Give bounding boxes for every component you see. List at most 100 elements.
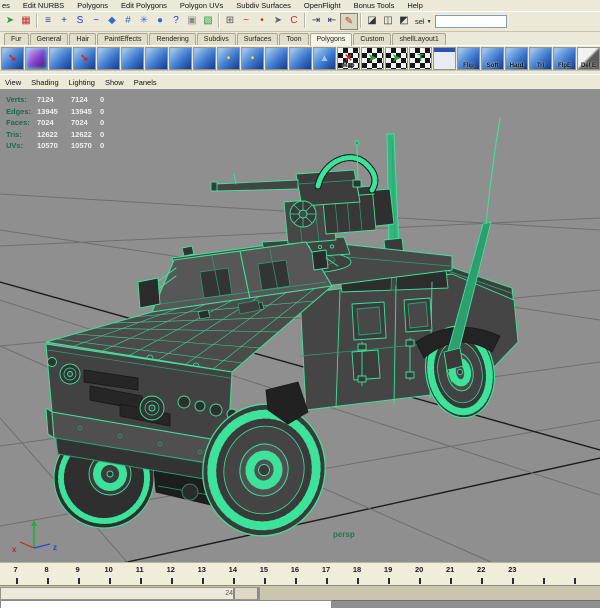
shelf-tab[interactable]: Toon bbox=[279, 33, 309, 45]
shelf-button[interactable]: Soft bbox=[481, 46, 504, 70]
time-slider-frame[interactable]: 19 bbox=[373, 563, 404, 585]
shelf-button[interactable]: ➘ bbox=[1, 46, 24, 70]
shelf-button[interactable]: • bbox=[217, 46, 240, 70]
perspective-viewport[interactable]: Verts: 7124 7124 0 Edges: 13945 13945 0 … bbox=[0, 90, 600, 562]
range-slider[interactable]: 24 bbox=[0, 585, 600, 600]
status-icon[interactable]: ⇤ bbox=[324, 13, 340, 28]
status-icon[interactable]: ◆ bbox=[104, 13, 120, 28]
shelf-button[interactable] bbox=[25, 46, 48, 70]
shelf-tab[interactable]: Polygons bbox=[309, 33, 353, 46]
shelf-tab[interactable]: Hair bbox=[69, 33, 97, 45]
time-slider-frame[interactable] bbox=[559, 563, 590, 585]
time-slider-frame[interactable]: 10 bbox=[93, 563, 124, 585]
shelf-tab[interactable]: Subdivs bbox=[196, 33, 236, 45]
shelf-tab[interactable]: PaintEffects bbox=[97, 33, 149, 45]
status-icon[interactable]: # bbox=[120, 13, 136, 28]
shelf-button[interactable]: Tri bbox=[529, 46, 552, 70]
shelf-button[interactable]: Flip bbox=[457, 46, 480, 70]
status-icon[interactable]: ? bbox=[168, 13, 184, 28]
time-slider-frame[interactable]: 16 bbox=[279, 563, 310, 585]
selection-mask-dropdown[interactable]: sel ▼ bbox=[415, 17, 432, 26]
status-icon[interactable]: + bbox=[56, 13, 72, 28]
status-icon[interactable]: ▧ bbox=[200, 13, 216, 28]
status-icon[interactable]: ◫ bbox=[380, 13, 396, 28]
shelf-button[interactable]: FlpE bbox=[553, 46, 576, 70]
shelf-tab[interactable]: Surfaces bbox=[236, 33, 279, 45]
time-slider-frame[interactable] bbox=[528, 563, 559, 585]
shelf-button[interactable]: • bbox=[241, 46, 264, 70]
shelf-tab[interactable]: General bbox=[29, 33, 69, 45]
shelf-button[interactable]: T bbox=[409, 46, 432, 70]
range-slider-handle[interactable] bbox=[233, 588, 259, 599]
status-icon[interactable]: ≡ bbox=[40, 13, 56, 28]
quick-select-input[interactable] bbox=[434, 15, 507, 28]
menu-item[interactable]: Edit Polygons bbox=[121, 1, 167, 10]
shelf-button[interactable]: ✕ Map bbox=[337, 46, 360, 70]
shelf-button[interactable]: ➤ bbox=[385, 46, 408, 70]
shelf-button[interactable]: ➤ bbox=[361, 46, 384, 70]
range-slider-bar[interactable]: 24 bbox=[0, 587, 260, 600]
menu-item[interactable]: Bonus Tools bbox=[354, 1, 395, 10]
menu-item[interactable]: Subdiv Surfaces bbox=[236, 1, 291, 10]
status-icon[interactable]: S bbox=[72, 13, 88, 28]
status-icon[interactable]: • bbox=[254, 13, 270, 28]
status-icon[interactable]: C bbox=[286, 13, 302, 28]
menu-item[interactable]: Polygons bbox=[77, 1, 108, 10]
time-slider-frame[interactable]: 14 bbox=[217, 563, 248, 585]
time-slider-frame[interactable]: 9 bbox=[62, 563, 93, 585]
time-slider-frame[interactable]: 12 bbox=[155, 563, 186, 585]
shelf-button[interactable] bbox=[121, 46, 144, 70]
shelf-button[interactable]: Hard bbox=[505, 46, 528, 70]
time-slider-frame[interactable]: 7 bbox=[0, 563, 31, 585]
shelf-button[interactable] bbox=[49, 46, 72, 70]
status-icon[interactable]: ✎ bbox=[340, 13, 358, 30]
status-icon[interactable]: ▦ bbox=[18, 13, 34, 28]
panel-menu-item[interactable]: Panels bbox=[134, 78, 157, 87]
menu-item[interactable]: OpenFlight bbox=[304, 1, 341, 10]
status-icon[interactable]: ➤ bbox=[270, 13, 286, 28]
shelf-button[interactable] bbox=[145, 46, 168, 70]
shelf-tab[interactable]: Fur bbox=[4, 33, 29, 45]
shelf-button[interactable] bbox=[169, 46, 192, 70]
status-icon[interactable]: ▣ bbox=[184, 13, 200, 28]
time-slider-frame[interactable]: 15 bbox=[248, 563, 279, 585]
shelf-tab[interactable]: Rendering bbox=[149, 33, 196, 45]
shelf-tab[interactable]: Custom bbox=[353, 33, 392, 45]
menu-item[interactable]: es bbox=[2, 1, 10, 10]
status-icon[interactable]: ✳ bbox=[136, 13, 152, 28]
status-icon[interactable]: ◩ bbox=[396, 13, 412, 28]
shelf-button[interactable]: Del E bbox=[577, 46, 600, 70]
time-slider-frame[interactable]: 13 bbox=[186, 563, 217, 585]
status-icon[interactable]: ~ bbox=[238, 13, 254, 28]
status-icon[interactable]: ~ bbox=[88, 13, 104, 28]
status-icon[interactable]: ➤ bbox=[2, 13, 18, 28]
time-slider-frame[interactable]: 21 bbox=[435, 563, 466, 585]
time-slider-frame[interactable]: 23 bbox=[497, 563, 528, 585]
time-slider-frame[interactable]: 17 bbox=[310, 563, 341, 585]
time-slider-frame[interactable]: 18 bbox=[342, 563, 373, 585]
shelf-button[interactable]: ➘ bbox=[73, 46, 96, 70]
panel-menu-item[interactable]: Show bbox=[105, 78, 124, 87]
shelf-button[interactable] bbox=[193, 46, 216, 70]
status-icon[interactable]: ⊞ bbox=[222, 13, 238, 28]
status-icon[interactable]: ◪ bbox=[364, 13, 380, 28]
menu-item[interactable]: Edit NURBS bbox=[23, 1, 64, 10]
shelf-button[interactable] bbox=[289, 46, 312, 70]
humvee-wireframe-model[interactable] bbox=[45, 117, 519, 547]
status-icon[interactable]: ● bbox=[152, 13, 168, 28]
time-slider-frame[interactable]: 8 bbox=[31, 563, 62, 585]
panel-menu-item[interactable]: Shading bbox=[31, 78, 59, 87]
shelf-button[interactable]: ▲ bbox=[313, 46, 336, 70]
time-slider-frame[interactable]: 20 bbox=[404, 563, 435, 585]
shelf-button[interactable] bbox=[97, 46, 120, 70]
shelf-button[interactable] bbox=[265, 46, 288, 70]
menu-item[interactable]: Help bbox=[407, 1, 422, 10]
status-icon[interactable]: ⇥ bbox=[308, 13, 324, 28]
panel-menu-item[interactable]: Lighting bbox=[69, 78, 95, 87]
panel-menu-item[interactable]: View bbox=[5, 78, 21, 87]
time-slider-frame[interactable]: 11 bbox=[124, 563, 155, 585]
command-line-input[interactable] bbox=[0, 600, 332, 608]
menu-item[interactable]: Polygon UVs bbox=[180, 1, 223, 10]
shelf-button[interactable] bbox=[433, 46, 456, 70]
time-slider-frame[interactable]: 22 bbox=[466, 563, 497, 585]
